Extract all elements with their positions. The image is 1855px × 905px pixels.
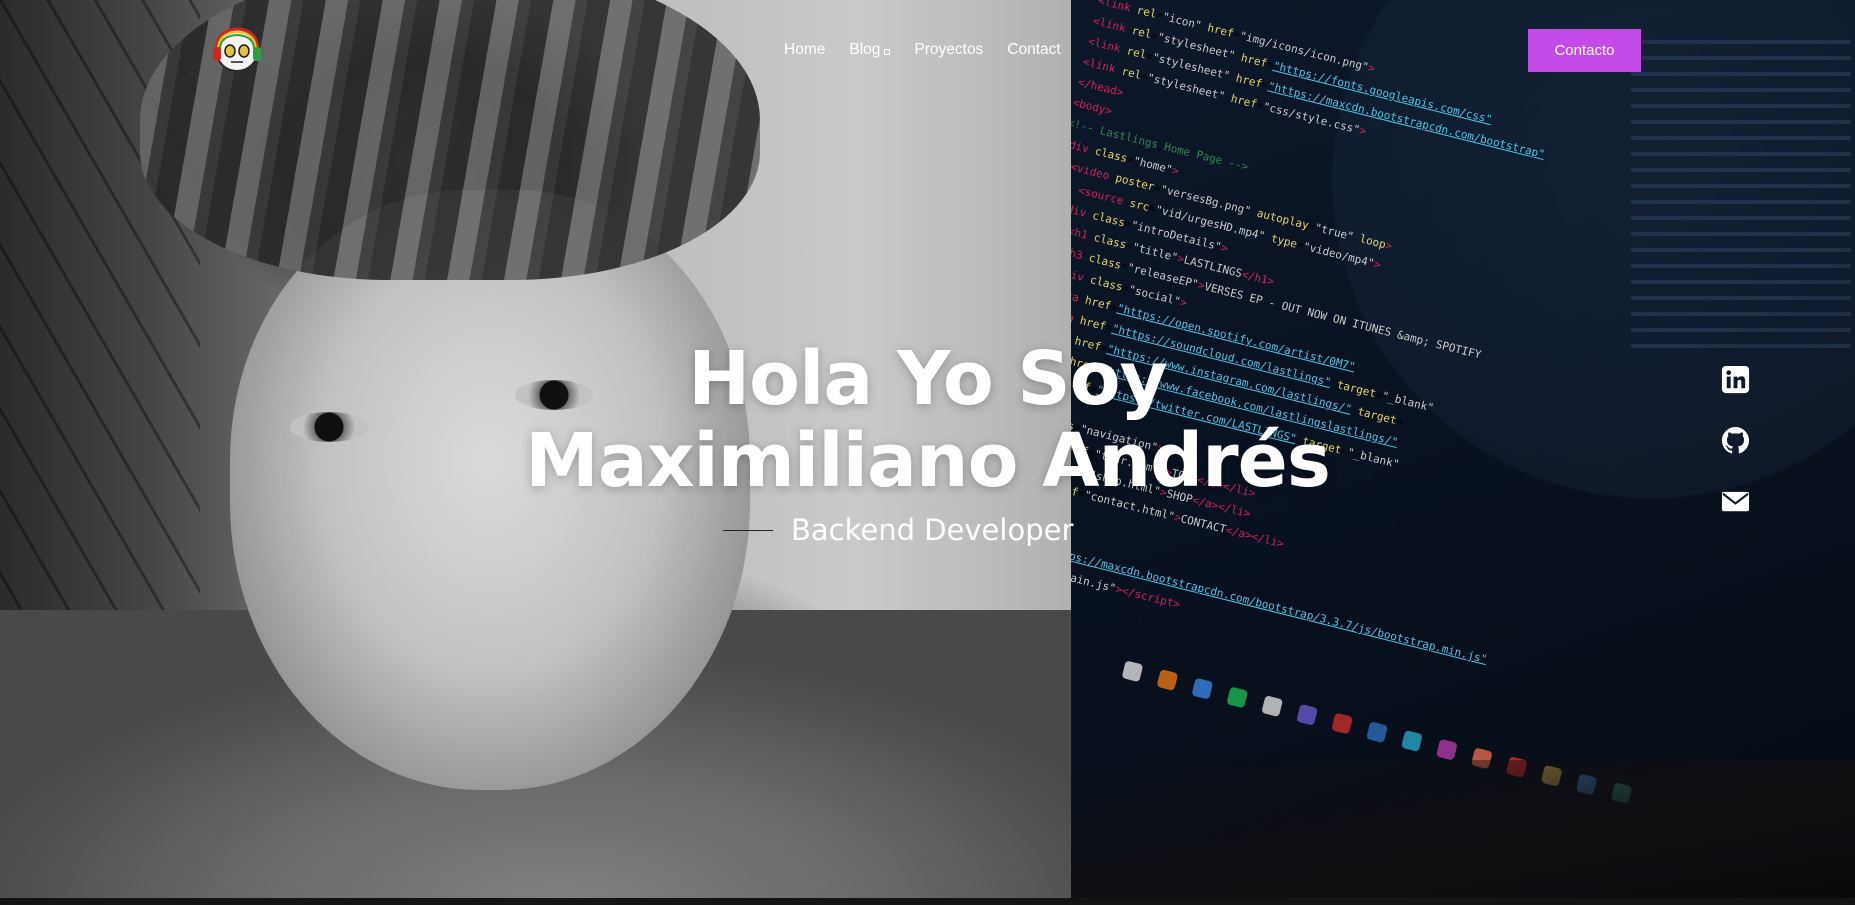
- hero-title-line1: Hola Yo Soy: [688, 336, 1168, 422]
- dropdown-caret-icon: [884, 49, 891, 55]
- nav-item-label: Proyectos: [914, 41, 984, 58]
- contacto-button[interactable]: Contacto: [1528, 29, 1641, 72]
- skull-with-headphones-logo: [213, 27, 261, 72]
- linkedin-icon: [1721, 365, 1750, 394]
- nav-item-home[interactable]: Home: [784, 41, 825, 59]
- email-icon: [1721, 491, 1750, 512]
- github-link[interactable]: [1720, 425, 1751, 456]
- main-nav: Home Blog Proyectos Contact: [784, 41, 1061, 59]
- hero-subtitle: Backend Developer: [723, 513, 1073, 547]
- hero-title: Hola Yo Soy Maximiliano Andrés: [0, 338, 1855, 502]
- nav-item-label: Blog: [849, 41, 881, 58]
- linkedin-link[interactable]: [1720, 364, 1751, 395]
- subtitle-divider: [723, 529, 773, 531]
- page-bottom-strip: [0, 898, 1855, 905]
- nav-item-contact[interactable]: Contact: [1007, 41, 1060, 59]
- nav-item-label: Contact: [1007, 41, 1061, 58]
- nav-item-label: Home: [784, 41, 826, 58]
- nav-item-proyectos[interactable]: Proyectos: [914, 41, 983, 59]
- hero-section: <link rel="icon" href="img/icons/icon.pn…: [0, 0, 1855, 898]
- social-links: [1720, 364, 1751, 517]
- hero-role: Backend Developer: [791, 513, 1074, 547]
- site-logo[interactable]: [210, 24, 264, 74]
- github-icon: [1721, 426, 1750, 454]
- nav-item-blog[interactable]: Blog: [849, 41, 891, 59]
- email-link[interactable]: [1720, 486, 1751, 517]
- hero-title-line2: Maximiliano Andrés: [525, 418, 1331, 504]
